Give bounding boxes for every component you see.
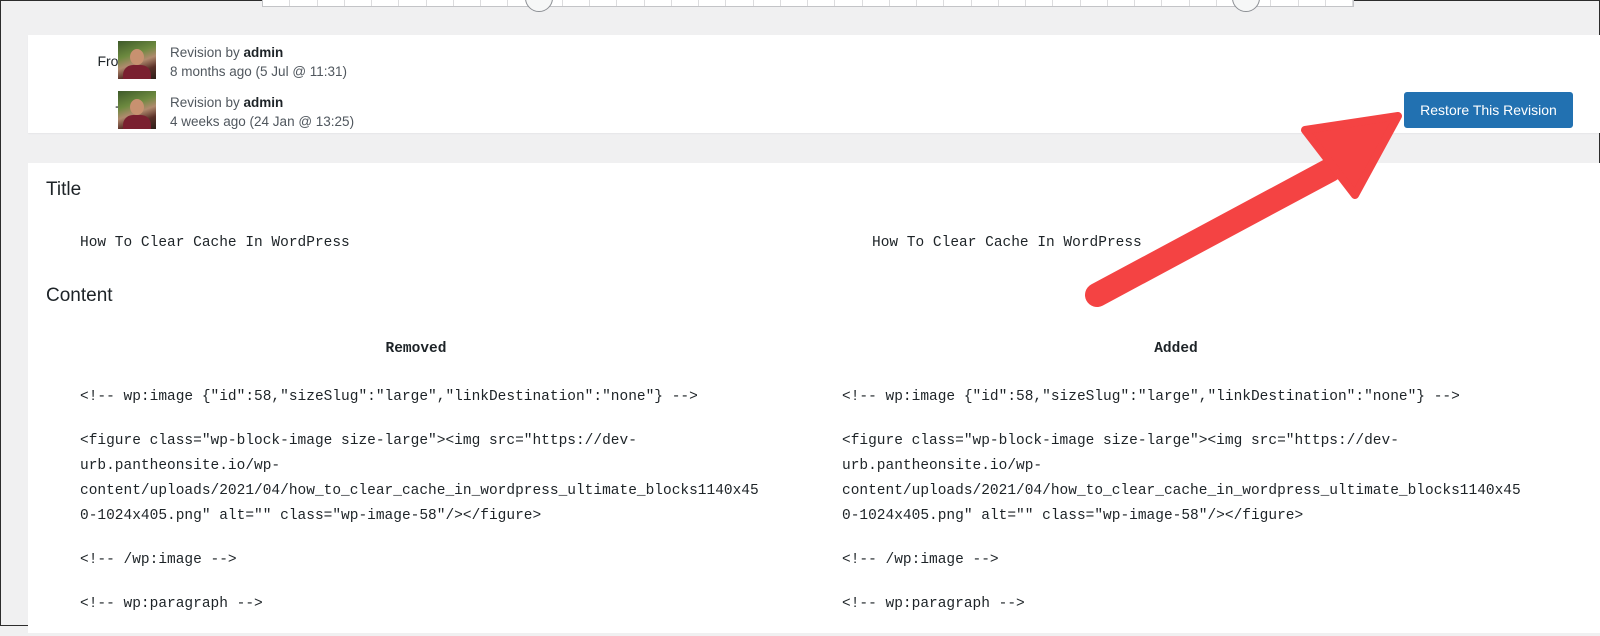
slider-tick bbox=[590, 0, 618, 6]
title-new-value: How To Clear Cache In WordPress bbox=[872, 235, 1142, 251]
slider-tick bbox=[917, 0, 945, 6]
slider-tick bbox=[1299, 0, 1326, 6]
slider-tick bbox=[372, 0, 400, 6]
slider-tick bbox=[754, 0, 781, 6]
removed-column: <!-- wp:image {"id":58,"sizeSlug":"large… bbox=[80, 385, 800, 636]
slider-tick bbox=[399, 0, 427, 6]
revision-diff-panel: Title How To Clear Cache In WordPress Ho… bbox=[28, 163, 1600, 633]
diff-line: <!-- /wp:image --> bbox=[80, 552, 237, 568]
slider-tick bbox=[645, 0, 672, 6]
slider-tick bbox=[1026, 0, 1054, 6]
slider-tick bbox=[427, 0, 454, 6]
avatar bbox=[118, 41, 156, 79]
slider-tick bbox=[290, 0, 318, 6]
added-column-header: Added bbox=[1154, 341, 1198, 357]
diff-line: <!-- wp:image {"id":58,"sizeSlug":"large… bbox=[80, 389, 698, 405]
revision-meta-panel: From: Revision by admin 8 months ago (5 … bbox=[28, 35, 1600, 133]
slider-tick bbox=[672, 0, 699, 6]
removed-column-header: Removed bbox=[385, 341, 447, 357]
slider-tick bbox=[781, 0, 808, 6]
slider-tick bbox=[808, 0, 836, 6]
slider-tick bbox=[345, 0, 372, 6]
slider-tick bbox=[1190, 0, 1217, 6]
slider-tick bbox=[726, 0, 754, 6]
slider-tick bbox=[318, 0, 345, 6]
diff-line: <!-- /wp:image --> bbox=[842, 552, 999, 568]
slider-tick bbox=[454, 0, 481, 6]
slider-tick bbox=[944, 0, 972, 6]
title-heading: Title bbox=[46, 179, 82, 200]
diff-line: <!-- wp:paragraph --> bbox=[842, 596, 1025, 612]
revision-to-row: To: Revision by admin 4 weeks ago (24 Ja… bbox=[28, 89, 1600, 129]
diff-line: <figure class="wp-block-image size-large… bbox=[842, 433, 1521, 524]
diff-line: <!-- wp:image {"id":58,"sizeSlug":"large… bbox=[842, 389, 1460, 405]
revision-time: 4 weeks ago (24 Jan @ 13:25) bbox=[170, 114, 355, 129]
revision-author: admin bbox=[243, 45, 284, 60]
slider-tick bbox=[999, 0, 1026, 6]
slider-tick bbox=[263, 0, 291, 6]
slider-tick bbox=[481, 0, 509, 6]
added-column: <!-- wp:image {"id":58,"sizeSlug":"large… bbox=[842, 385, 1562, 636]
revision-slider[interactable] bbox=[262, 0, 1354, 7]
slider-tick bbox=[1081, 0, 1108, 6]
slider-tick bbox=[1108, 0, 1135, 6]
slider-tick bbox=[890, 0, 917, 6]
title-old-value: How To Clear Cache In WordPress bbox=[80, 235, 350, 251]
slider-tick bbox=[1326, 0, 1353, 6]
slider-tick bbox=[863, 0, 890, 6]
avatar bbox=[118, 91, 156, 129]
revision-by-text: Revision by bbox=[170, 45, 240, 60]
revision-from-row: From: Revision by admin 8 months ago (5 … bbox=[28, 39, 1600, 79]
revision-from-info: Revision by admin 8 months ago (5 Jul @ … bbox=[170, 43, 347, 81]
restore-revision-button[interactable]: Restore This Revision bbox=[1404, 92, 1573, 128]
revision-by-text: Revision by bbox=[170, 95, 240, 110]
slider-tick bbox=[563, 0, 590, 6]
slider-tick bbox=[1053, 0, 1081, 6]
revision-time: 8 months ago (5 Jul @ 11:31) bbox=[170, 64, 348, 79]
slider-tick bbox=[835, 0, 863, 6]
content-heading: Content bbox=[46, 285, 113, 306]
slider-tick bbox=[1135, 0, 1163, 6]
slider-tick bbox=[617, 0, 645, 6]
slider-tick bbox=[972, 0, 999, 6]
revision-to-info: Revision by admin 4 weeks ago (24 Jan @ … bbox=[170, 93, 354, 131]
slider-tick bbox=[699, 0, 727, 6]
slider-tick bbox=[1162, 0, 1190, 6]
diff-line: <!-- wp:paragraph --> bbox=[80, 596, 263, 612]
diff-line: <figure class="wp-block-image size-large… bbox=[80, 433, 759, 524]
slider-tick bbox=[1271, 0, 1299, 6]
revision-author: admin bbox=[243, 95, 284, 110]
